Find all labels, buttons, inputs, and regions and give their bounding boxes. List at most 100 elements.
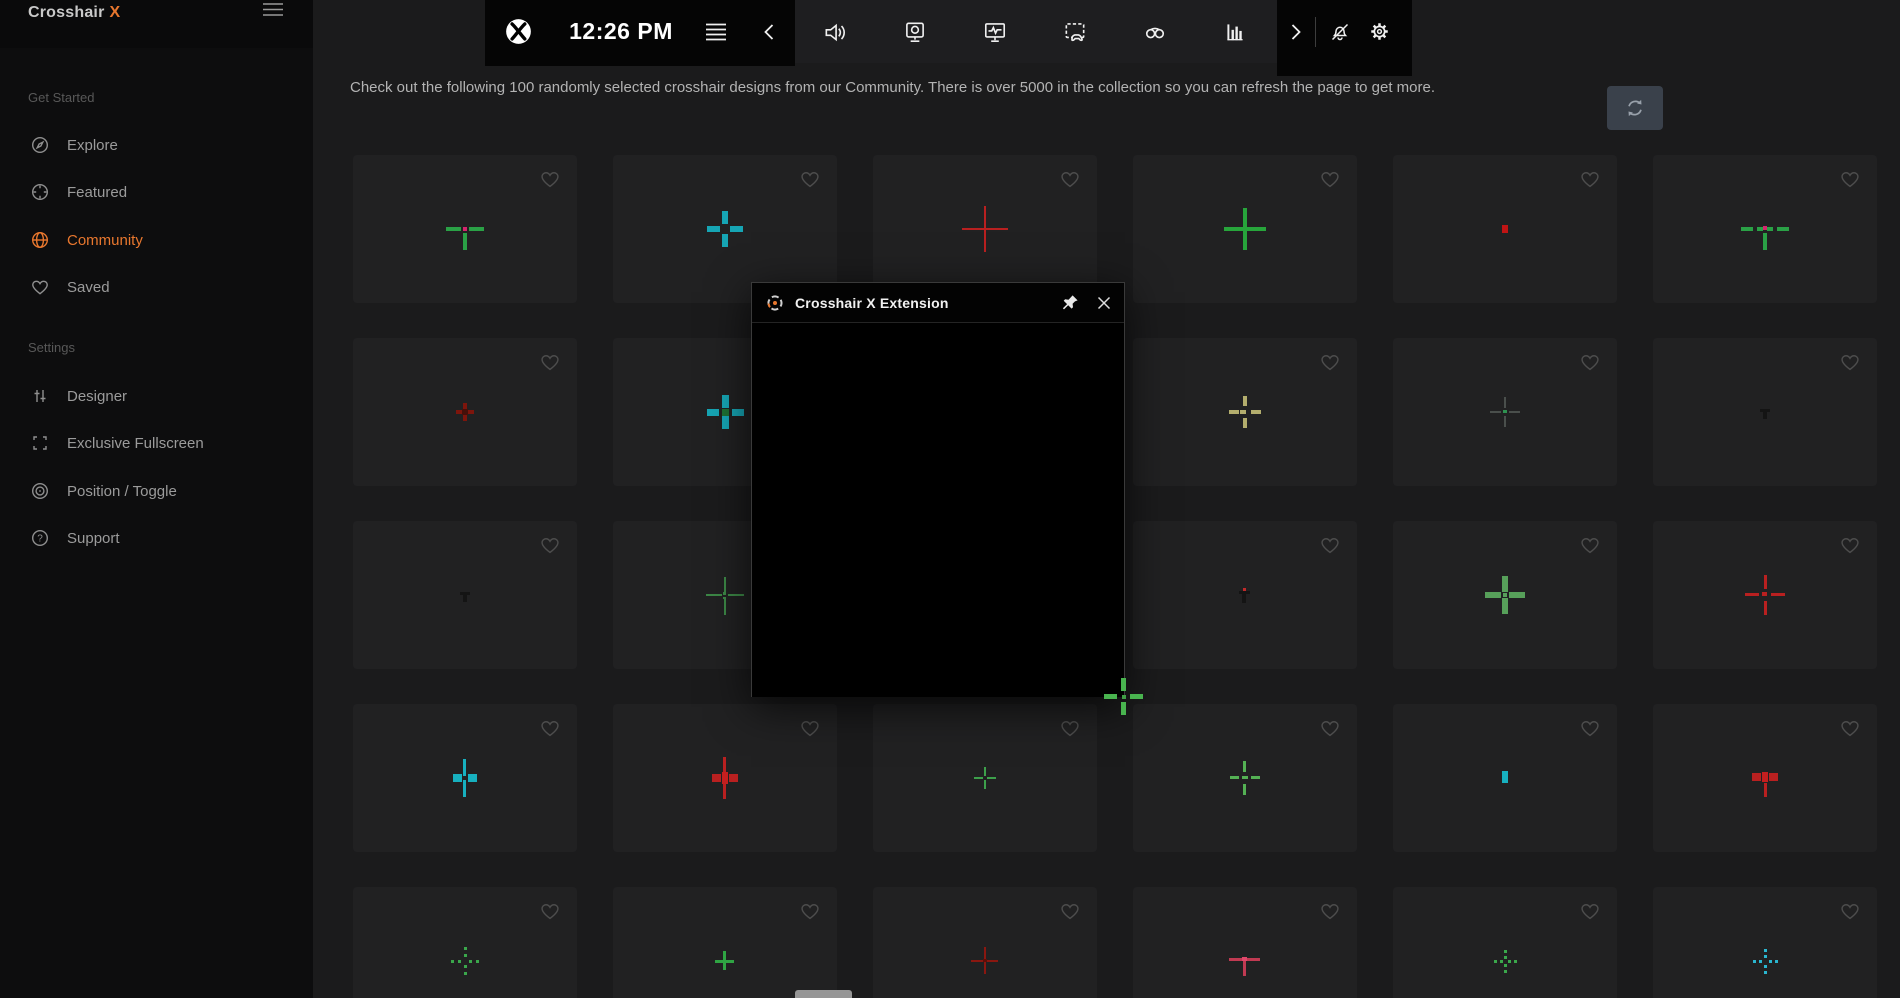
crosshair-segment <box>464 954 467 957</box>
crosshair-segment <box>469 960 472 963</box>
sidebar-item-exclusive-fullscreen[interactable]: Exclusive Fullscreen <box>0 423 313 463</box>
crosshair-segment <box>1242 776 1248 779</box>
crosshair-card[interactable] <box>873 704 1097 852</box>
favorite-button[interactable] <box>1318 351 1342 375</box>
crosshair-segment <box>1485 592 1501 598</box>
crosshair-card[interactable] <box>1133 704 1357 852</box>
favorite-button[interactable] <box>1838 717 1862 741</box>
crosshair-card[interactable] <box>1393 155 1617 303</box>
notifications-off-icon[interactable] <box>1328 20 1352 44</box>
favorite-button[interactable] <box>1838 168 1862 192</box>
favorite-button[interactable] <box>538 900 562 924</box>
crosshair-preview <box>1473 197 1537 261</box>
favorite-button[interactable] <box>1838 900 1862 924</box>
logo-text: Crosshair <box>28 4 105 21</box>
pin-icon[interactable] <box>1060 293 1080 313</box>
favorite-button[interactable] <box>1838 534 1862 558</box>
crosshair-card[interactable] <box>1653 704 1877 852</box>
crosshair-card[interactable] <box>1133 338 1357 486</box>
favorite-button[interactable] <box>538 717 562 741</box>
chevron-right-icon[interactable] <box>1289 23 1303 41</box>
extension-titlebar[interactable]: Crosshair X Extension <box>752 283 1124 323</box>
crosshair-segment <box>1504 956 1507 959</box>
favorite-button[interactable] <box>798 900 822 924</box>
favorite-button[interactable] <box>538 168 562 192</box>
settings-gear-icon[interactable] <box>1368 20 1391 43</box>
crosshair-card[interactable] <box>353 704 577 852</box>
sidebar-item-featured[interactable]: Featured <box>0 172 313 212</box>
crosshair-card[interactable] <box>1653 338 1877 486</box>
capture-icon[interactable] <box>875 0 955 63</box>
favorite-button[interactable] <box>1318 168 1342 192</box>
favorite-button[interactable] <box>1578 717 1602 741</box>
crosshair-segment <box>983 959 987 962</box>
crosshair-card[interactable] <box>613 887 837 998</box>
crosshair-card[interactable] <box>1393 521 1617 669</box>
crosshair-card[interactable] <box>873 887 1097 998</box>
crosshair-card[interactable] <box>353 521 577 669</box>
favorite-button[interactable] <box>538 534 562 558</box>
crosshair-card[interactable] <box>1393 338 1617 486</box>
looking-for-group-icon[interactable] <box>1115 0 1195 63</box>
bottom-scroll-thumb[interactable] <box>795 990 852 998</box>
refresh-button[interactable] <box>1607 86 1663 130</box>
sidebar-item-explore[interactable]: Explore <box>0 125 313 165</box>
performance-icon[interactable] <box>955 0 1035 63</box>
crosshair-segment <box>1764 575 1767 589</box>
favorite-button[interactable] <box>1578 168 1602 192</box>
logo-accent: X <box>110 4 121 21</box>
audio-icon[interactable] <box>795 0 875 63</box>
favorite-button[interactable] <box>1058 717 1082 741</box>
crosshair-segment <box>1753 960 1756 963</box>
crosshair-segment <box>1509 592 1525 598</box>
crosshair-card[interactable] <box>1653 887 1877 998</box>
crosshair-card[interactable] <box>1133 521 1357 669</box>
favorite-button[interactable] <box>1578 534 1602 558</box>
sidebar-item-saved[interactable]: Saved <box>0 267 313 307</box>
crosshair-card[interactable] <box>1393 704 1617 852</box>
heart-outline-icon <box>799 168 821 190</box>
hamburger-menu-icon[interactable] <box>260 0 286 20</box>
favorite-button[interactable] <box>1318 534 1342 558</box>
crosshair-card[interactable] <box>353 338 577 486</box>
gallery-icon[interactable] <box>1035 0 1115 63</box>
extension-window: Crosshair X Extension <box>751 282 1125 697</box>
close-icon[interactable] <box>1094 293 1114 313</box>
sidebar-item-position-toggle[interactable]: Position / Toggle <box>0 471 313 511</box>
widget-menu-icon[interactable] <box>704 21 728 43</box>
favorite-button[interactable] <box>798 717 822 741</box>
sidebar-section-settings: Settings <box>28 340 75 355</box>
crosshair-segment <box>723 592 726 595</box>
favorite-button[interactable] <box>1578 351 1602 375</box>
crosshair-segment <box>1764 955 1767 958</box>
crosshair-preview <box>433 746 497 810</box>
chevron-left-icon[interactable] <box>762 23 776 41</box>
crosshair-segment <box>1514 960 1517 963</box>
favorite-button[interactable] <box>1318 717 1342 741</box>
sidebar-item-designer[interactable]: Designer <box>0 376 313 416</box>
crosshair-card[interactable] <box>613 704 837 852</box>
heart-outline-icon <box>1319 717 1341 739</box>
crosshair-card[interactable] <box>353 887 577 998</box>
crosshair-card[interactable] <box>873 155 1097 303</box>
crosshair-segment <box>1503 593 1507 597</box>
favorite-button[interactable] <box>538 351 562 375</box>
favorite-button[interactable] <box>1838 351 1862 375</box>
favorite-button[interactable] <box>798 168 822 192</box>
sidebar-item-support[interactable]: ? Support <box>0 518 313 558</box>
favorite-button[interactable] <box>1058 900 1082 924</box>
xbox-logo-icon[interactable] <box>505 18 532 45</box>
favorite-button[interactable] <box>1318 900 1342 924</box>
crosshair-card[interactable] <box>613 155 837 303</box>
crosshair-card[interactable] <box>1653 521 1877 669</box>
crosshair-card[interactable] <box>1133 887 1357 998</box>
crosshair-card[interactable] <box>1393 887 1617 998</box>
favorite-button[interactable] <box>1578 900 1602 924</box>
favorite-button[interactable] <box>1058 168 1082 192</box>
sidebar-item-community[interactable]: Community <box>0 220 313 260</box>
crosshair-card[interactable] <box>1653 155 1877 303</box>
crosshair-card[interactable] <box>353 155 577 303</box>
bar-chart-icon[interactable] <box>1195 0 1275 63</box>
crosshair-card[interactable] <box>1133 155 1357 303</box>
crosshair-segment <box>1503 410 1507 413</box>
